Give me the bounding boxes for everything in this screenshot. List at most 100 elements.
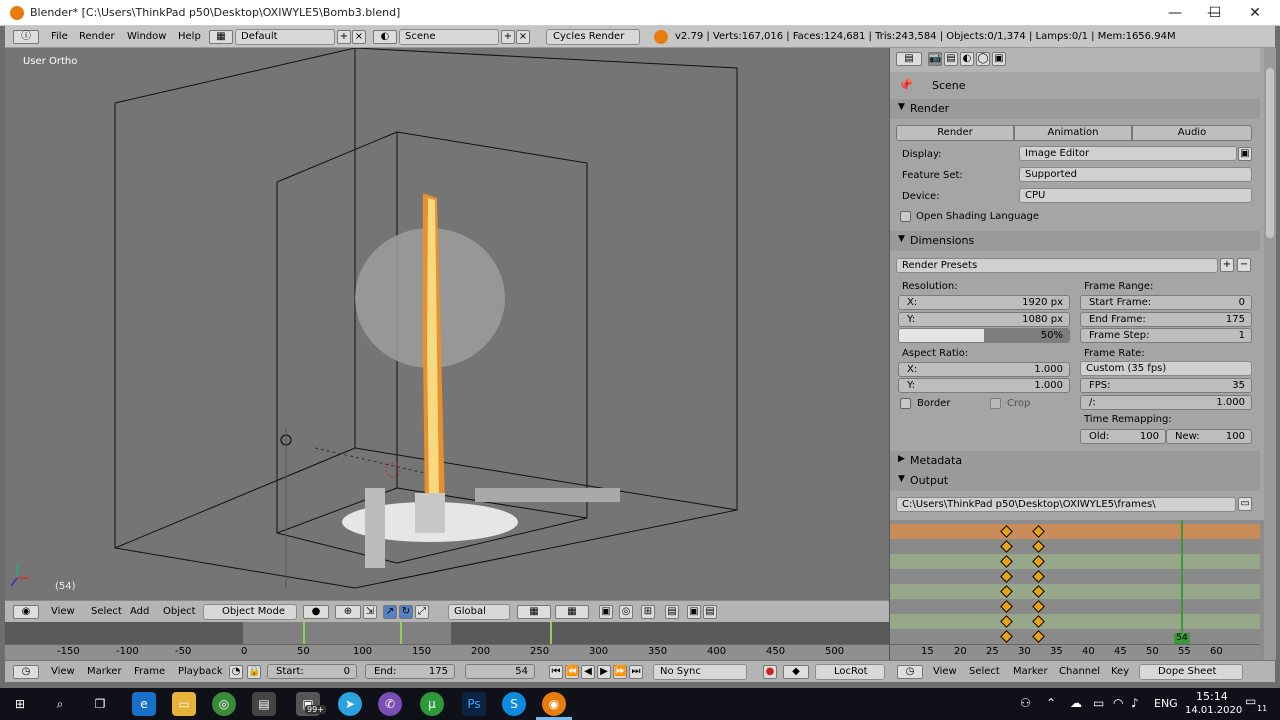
- chrome-icon[interactable]: ◎: [212, 692, 236, 716]
- keying-set-select[interactable]: LocRot: [815, 664, 885, 680]
- snap-element-icon[interactable]: ▤: [665, 605, 679, 619]
- snap-icon[interactable]: ⊞: [641, 605, 655, 619]
- skype-icon[interactable]: S: [502, 692, 526, 716]
- animation-button[interactable]: Animation: [1014, 125, 1132, 141]
- layout-icon[interactable]: ▦: [209, 30, 233, 44]
- remove-scene-icon[interactable]: ×: [516, 30, 530, 44]
- border-checkbox[interactable]: [900, 398, 911, 409]
- task-view-icon[interactable]: ❐: [88, 692, 112, 716]
- add-scene-icon[interactable]: +: [501, 30, 515, 44]
- viber-icon[interactable]: ✆: [378, 692, 402, 716]
- render-tab-icon[interactable]: 📷: [928, 52, 942, 66]
- audio-button[interactable]: Audio: [1132, 125, 1252, 141]
- layers-icon[interactable]: ▦: [517, 605, 551, 619]
- menu-file[interactable]: File: [51, 31, 68, 42]
- fps-field[interactable]: FPS: 35: [1080, 378, 1252, 393]
- menu-view[interactable]: View: [933, 666, 957, 677]
- search-icon[interactable]: ⌕: [48, 692, 72, 716]
- aspect-x-field[interactable]: X: 1.000: [898, 362, 1070, 377]
- edge-icon[interactable]: e: [132, 692, 156, 716]
- object-tab-icon[interactable]: ▣: [992, 52, 1006, 66]
- layers2-icon[interactable]: ▦: [555, 605, 589, 619]
- add-layout-icon[interactable]: +: [337, 30, 351, 44]
- remove-preset-icon[interactable]: −: [1237, 258, 1251, 272]
- pivot-icon[interactable]: ⊕: [335, 605, 361, 619]
- people-icon[interactable]: ⚇: [1020, 696, 1031, 710]
- scrollbar-thumb[interactable]: [1266, 68, 1274, 238]
- menu-window[interactable]: Window: [127, 31, 166, 42]
- menu-help[interactable]: Help: [178, 31, 201, 42]
- output-panel-header[interactable]: ▼ Output: [890, 471, 1260, 491]
- shading-icon[interactable]: ●: [303, 605, 329, 619]
- editor-type-props-icon[interactable]: ▤: [896, 52, 922, 66]
- device-select[interactable]: CPU: [1019, 188, 1252, 203]
- layers-tab-icon[interactable]: ▤: [944, 52, 958, 66]
- add-preset-icon[interactable]: +: [1220, 258, 1234, 272]
- clock-time[interactable]: 15:14: [1196, 690, 1228, 703]
- record-icon[interactable]: ●: [763, 665, 777, 679]
- menu-key[interactable]: Key: [1111, 666, 1129, 677]
- orientation-select[interactable]: Global: [448, 604, 510, 620]
- maximize-button[interactable]: ☐: [1195, 0, 1235, 26]
- opengl-render-icon[interactable]: ▣: [687, 605, 701, 619]
- menu-select[interactable]: Select: [969, 666, 1000, 677]
- scale-icon[interactable]: ⤢: [415, 605, 429, 619]
- minimize-button-2[interactable]: —: [1155, 0, 1195, 26]
- feature-set-select[interactable]: Supported: [1019, 167, 1252, 182]
- frame-step-field[interactable]: Frame Step: 1: [1080, 328, 1252, 343]
- start-frame-field[interactable]: Start: 0: [267, 664, 357, 679]
- properties-scrollbar[interactable]: [1264, 48, 1276, 520]
- jump-start-icon[interactable]: ⏮: [549, 665, 563, 679]
- preview-range-icon[interactable]: ◔: [229, 665, 243, 679]
- start-icon[interactable]: ⊞: [8, 692, 32, 716]
- file-explorer-icon[interactable]: ▭: [172, 692, 196, 716]
- tray-chevron-icon[interactable]: ⌃: [1046, 696, 1056, 710]
- close-button[interactable]: ✕: [1235, 0, 1275, 26]
- dope-sheet[interactable]: 54 15 20 25 30 35 40 45 50 55 60: [889, 520, 1276, 660]
- jump-end-icon[interactable]: ⏭: [629, 665, 643, 679]
- layout-select[interactable]: Default: [235, 29, 335, 45]
- lock-range-icon[interactable]: 🔒: [247, 665, 261, 679]
- telegram-icon[interactable]: ➤: [338, 692, 362, 716]
- scene-tab-icon[interactable]: ◐: [960, 52, 974, 66]
- display-icon[interactable]: ▣: [1238, 147, 1252, 161]
- render-panel-header[interactable]: ▼ Render: [890, 99, 1260, 119]
- proportional-icon[interactable]: ◎: [619, 605, 633, 619]
- frame-rate-select[interactable]: Custom (35 fps): [1080, 361, 1252, 376]
- osl-checkbox[interactable]: [900, 211, 911, 222]
- render-engine-select[interactable]: Cycles Render: [546, 29, 640, 45]
- fps-base-field[interactable]: /: 1.000: [1080, 395, 1252, 410]
- onedrive-icon[interactable]: ☁: [1070, 696, 1082, 710]
- photoshop-icon[interactable]: Ps: [462, 692, 486, 716]
- scene-icon[interactable]: ◐: [373, 30, 397, 44]
- remap-new-field[interactable]: New: 100: [1166, 429, 1252, 444]
- folder-icon[interactable]: ▭: [1238, 497, 1252, 511]
- editor-type-dope-icon[interactable]: ◷: [897, 665, 923, 679]
- crop-checkbox[interactable]: [990, 398, 1001, 409]
- editor-type-3d-icon[interactable]: ◉: [13, 605, 39, 619]
- menu-view[interactable]: View: [51, 666, 75, 677]
- next-key-icon[interactable]: ⏩: [613, 665, 627, 679]
- res-x-field[interactable]: X: 1920 px: [898, 295, 1070, 310]
- utorrent-icon[interactable]: μ: [420, 692, 444, 716]
- menu-frame[interactable]: Frame: [134, 666, 165, 677]
- menu-add[interactable]: Add: [130, 606, 149, 617]
- play-icon[interactable]: ▶: [597, 665, 611, 679]
- dope-scrollbar[interactable]: [1264, 520, 1276, 660]
- output-path-field[interactable]: C:\Users\ThinkPad p50\Desktop\OXIWYLE5\f…: [896, 497, 1236, 512]
- rotate-icon[interactable]: ↻: [399, 605, 413, 619]
- metadata-panel-header[interactable]: ▶ Metadata: [890, 451, 1260, 471]
- res-percent-slider[interactable]: 50%: [898, 328, 1070, 343]
- 3d-viewport[interactable]: User Ortho (54): [5, 48, 889, 600]
- menu-view[interactable]: View: [51, 606, 75, 617]
- remove-layout-icon[interactable]: ×: [352, 30, 366, 44]
- scene-select[interactable]: Scene: [399, 29, 499, 45]
- menu-playback[interactable]: Playback: [178, 666, 223, 677]
- menu-channel[interactable]: Channel: [1059, 666, 1100, 677]
- pin-icon[interactable]: 📌: [898, 78, 913, 92]
- render-button[interactable]: Render: [896, 125, 1014, 141]
- end-frame-field[interactable]: End Frame: 175: [1080, 312, 1252, 327]
- start-frame-field[interactable]: Start Frame: 0: [1080, 295, 1252, 310]
- editor-type-timeline-icon[interactable]: ◷: [13, 665, 39, 679]
- battery-icon[interactable]: ▭: [1093, 696, 1104, 710]
